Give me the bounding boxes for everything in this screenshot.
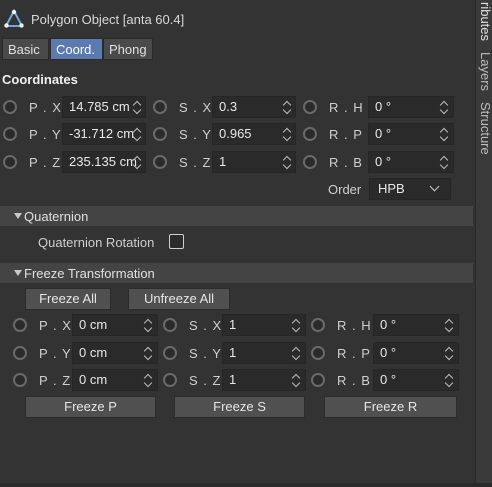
- freeze-pos-z-label: P . Z: [39, 373, 72, 388]
- unfreeze-all-button[interactable]: Unfreeze All: [128, 288, 230, 310]
- pos-z-spinner[interactable]: [133, 154, 142, 170]
- scale-z-label: S . Z: [179, 155, 212, 170]
- freeze-pos-z-keyframe-button[interactable]: [13, 373, 27, 387]
- polygon-object-icon: [4, 9, 24, 28]
- collapse-triangle-icon: [14, 213, 22, 219]
- rot-h-label: R . H: [329, 100, 364, 115]
- freeze-pos-y-spinner[interactable]: [144, 345, 153, 361]
- quaternion-rotation-checkbox[interactable]: [169, 234, 184, 249]
- freeze-scale-x-label: S . X: [189, 318, 223, 333]
- scale-x-label: S . X: [179, 100, 213, 115]
- freeze-pos-y-label: P . Y: [39, 346, 72, 361]
- freeze-rot-h-label: R . H: [337, 318, 372, 333]
- freeze-rot-p-label: R . P: [337, 346, 371, 361]
- freeze-group-header[interactable]: Freeze Transformation: [0, 263, 473, 283]
- pos-x-label: P . X: [29, 100, 62, 115]
- pos-z-label: P . Z: [29, 155, 62, 170]
- freeze-pos-y-keyframe-button[interactable]: [13, 346, 27, 360]
- tab-phong[interactable]: Phong: [103, 38, 153, 60]
- rot-b-spinner[interactable]: [440, 154, 449, 170]
- rot-b-keyframe-button[interactable]: [303, 155, 317, 169]
- freeze-scale-y-label: S . Y: [189, 346, 222, 361]
- rot-p-label: R . P: [329, 127, 363, 142]
- freeze-s-button[interactable]: Freeze S: [174, 396, 305, 418]
- quaternion-rotation-label: Quaternion Rotation: [38, 235, 155, 250]
- rot-p-spinner[interactable]: [440, 126, 449, 142]
- freeze-scale-y-keyframe-button[interactable]: [163, 346, 177, 360]
- tab-basic[interactable]: Basic: [2, 38, 49, 60]
- scale-y-label: S . Y: [179, 127, 212, 142]
- side-tab-attributes[interactable]: ributes: [478, 2, 492, 41]
- pos-y-spinner[interactable]: [133, 126, 142, 142]
- side-tab-structure[interactable]: Structure: [478, 102, 492, 155]
- freeze-rot-b-label: R . B: [337, 373, 371, 388]
- rot-b-label: R . B: [329, 155, 363, 170]
- scale-y-spinner[interactable]: [283, 126, 292, 142]
- quaternion-group-header[interactable]: Quaternion: [0, 206, 473, 226]
- quaternion-heading: Quaternion: [24, 209, 89, 224]
- order-dropdown[interactable]: HPB: [369, 178, 451, 200]
- pos-x-spinner[interactable]: [133, 99, 142, 115]
- pos-y-label: P . Y: [29, 127, 62, 142]
- freeze-pos-z-spinner[interactable]: [144, 372, 153, 388]
- freeze-pos-x-keyframe-button[interactable]: [13, 318, 27, 332]
- pos-x-keyframe-button[interactable]: [3, 100, 17, 114]
- freeze-scale-z-label: S . Z: [189, 373, 222, 388]
- freeze-rot-p-spinner[interactable]: [445, 345, 454, 361]
- freeze-pos-x-label: P . X: [39, 318, 72, 333]
- freeze-scale-z-spinner[interactable]: [292, 372, 301, 388]
- rot-h-spinner[interactable]: [440, 99, 449, 115]
- freeze-scale-x-keyframe-button[interactable]: [163, 318, 177, 332]
- freeze-all-button[interactable]: Freeze All: [25, 288, 111, 310]
- scale-y-keyframe-button[interactable]: [153, 127, 167, 141]
- scale-z-spinner[interactable]: [283, 154, 292, 170]
- freeze-rot-b-spinner[interactable]: [445, 372, 454, 388]
- collapse-triangle-icon: [14, 270, 22, 276]
- freeze-scale-z-keyframe-button[interactable]: [163, 373, 177, 387]
- order-label: Order: [328, 182, 362, 197]
- rot-p-keyframe-button[interactable]: [303, 127, 317, 141]
- side-tab-layers[interactable]: Layers: [478, 52, 492, 91]
- pos-y-keyframe-button[interactable]: [3, 127, 17, 141]
- freeze-r-button[interactable]: Freeze R: [324, 396, 457, 418]
- order-value: HPB: [378, 181, 405, 196]
- freeze-scale-y-spinner[interactable]: [292, 345, 301, 361]
- scale-x-keyframe-button[interactable]: [153, 100, 167, 114]
- freeze-rot-p-keyframe-button[interactable]: [311, 346, 325, 360]
- freeze-rot-h-spinner[interactable]: [445, 317, 454, 333]
- pos-z-keyframe-button[interactable]: [3, 155, 17, 169]
- bottom-border: [0, 483, 492, 487]
- freeze-rot-h-keyframe-button[interactable]: [311, 318, 325, 332]
- freeze-heading: Freeze Transformation: [24, 266, 155, 281]
- chevron-down-icon: [429, 181, 440, 192]
- freeze-rot-b-keyframe-button[interactable]: [311, 373, 325, 387]
- coordinates-heading: Coordinates: [2, 72, 78, 87]
- side-tab-strip: ributes Layers Structure: [475, 0, 492, 487]
- scale-x-spinner[interactable]: [283, 99, 292, 115]
- freeze-pos-x-spinner[interactable]: [144, 317, 153, 333]
- freeze-scale-x-spinner[interactable]: [292, 317, 301, 333]
- freeze-p-button[interactable]: Freeze P: [25, 396, 156, 418]
- tab-coord[interactable]: Coord.: [50, 38, 103, 60]
- object-title: Polygon Object [anta 60.4]: [31, 12, 185, 27]
- rot-h-keyframe-button[interactable]: [303, 100, 317, 114]
- scale-z-keyframe-button[interactable]: [153, 155, 167, 169]
